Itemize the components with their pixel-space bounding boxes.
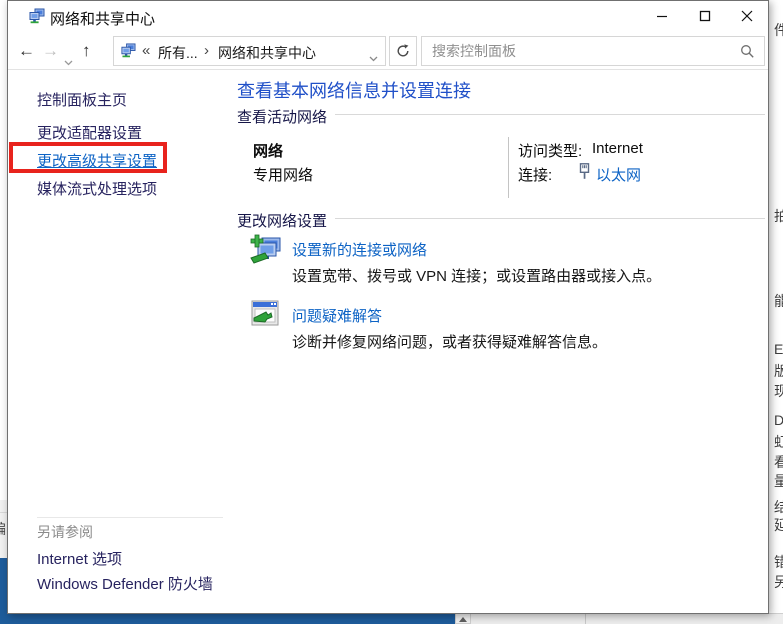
background-blue-band [0, 614, 455, 624]
access-type-label: 访问类型: [518, 140, 582, 161]
forward-button: → [42, 38, 59, 64]
network-sharing-icon [28, 8, 45, 29]
background-text-fragment: 另 [774, 572, 783, 592]
maximize-button[interactable] [685, 1, 725, 31]
background-scrollbar-button [455, 613, 471, 624]
sidebar-item-media-streaming-options[interactable]: 媒体流式处理选项 [37, 178, 157, 199]
background-text-fragment: 错 [774, 552, 783, 572]
breadcrumb-separator: › [204, 42, 209, 59]
up-button[interactable]: ↑ [82, 38, 91, 64]
background-statusbar [471, 613, 783, 624]
network-name: 网络 [253, 140, 283, 161]
search-icon[interactable] [740, 44, 755, 64]
navigation-toolbar: ← → ↑ « 所有... › [8, 32, 768, 70]
screen: 编 件 拍 能 Ed 版 现 D 虹 看 量 结 延 错 另 [0, 0, 783, 624]
troubleshoot-description: 诊断并修复网络问题，或者获得疑难解答信息。 [292, 331, 607, 352]
divider [335, 114, 765, 115]
breadcrumb-overflow[interactable]: « [142, 42, 150, 59]
background-text-fragment: 延 [774, 515, 783, 535]
divider [0, 512, 7, 513]
background-text-fragment: 虹 [774, 432, 783, 452]
minimize-button[interactable] [642, 1, 682, 31]
background-text-fragment: 结 [774, 497, 783, 517]
background-text-fragment: D [774, 412, 783, 428]
background-text-fragment: 现 [774, 381, 783, 401]
background-text-fragment: 看 [774, 452, 783, 472]
address-dropdown-chevron-icon[interactable] [369, 49, 378, 67]
search-box[interactable] [421, 36, 765, 66]
network-type: 专用网络 [253, 164, 313, 185]
page-title: 查看基本网络信息并设置连接 [237, 77, 471, 103]
setup-new-connection-link[interactable]: 设置新的连接或网络 [292, 239, 427, 260]
background-text-fragment: 编 [0, 519, 6, 539]
breadcrumb-current[interactable]: 网络和共享中心 [218, 43, 316, 63]
sidebar-item-control-panel-home[interactable]: 控制面板主页 [37, 89, 127, 110]
section-title-active-networks: 查看活动网络 [237, 106, 327, 127]
divider [37, 517, 223, 518]
divider [508, 137, 509, 198]
ethernet-icon [578, 163, 591, 185]
triangle-up-icon [459, 617, 467, 622]
sidebar-item-windows-defender-firewall[interactable]: Windows Defender 防火墙 [37, 573, 213, 594]
sidebar-item-internet-options[interactable]: Internet 选项 [37, 548, 122, 569]
divider [335, 218, 765, 219]
history-chevron-icon[interactable] [64, 48, 73, 74]
address-bar[interactable]: « 所有... › 网络和共享中心 [113, 36, 386, 66]
annotation-highlight-box [9, 142, 167, 173]
background-window-left-edge: 编 [0, 0, 7, 624]
titlebar[interactable]: 网络和共享中心 [8, 1, 768, 32]
network-sharing-icon [120, 43, 136, 63]
background-text-fragment: 件 [774, 20, 783, 40]
window-title: 网络和共享中心 [50, 8, 155, 29]
close-button[interactable] [728, 1, 766, 31]
sidebar-item-change-adapter-settings[interactable]: 更改适配器设置 [37, 122, 142, 143]
new-connection-icon [249, 232, 283, 271]
background-window-right-edge: 件 拍 能 Ed 版 现 D 虹 看 量 结 延 错 另 [770, 0, 783, 624]
setup-new-connection-description: 设置宽带、拨号或 VPN 连接；或设置路由器或接入点。 [292, 265, 661, 286]
troubleshoot-icon [251, 300, 281, 333]
connection-label: 连接: [518, 164, 552, 185]
background-text-fragment: Ed [774, 341, 783, 357]
divider [585, 614, 586, 624]
network-sharing-center-window: 网络和共享中心 ← → ↑ [7, 0, 769, 614]
breadcrumb-root[interactable]: 所有... [158, 43, 198, 63]
troubleshoot-link[interactable]: 问题疑难解答 [292, 305, 382, 326]
refresh-button[interactable] [389, 36, 417, 66]
see-also-header: 另请参阅 [37, 522, 93, 542]
section-title-change-settings: 更改网络设置 [237, 210, 327, 231]
background-text-fragment: 版 [774, 361, 783, 381]
background-text-fragment: 拍 [774, 206, 783, 226]
access-type-value: Internet [592, 140, 643, 157]
connection-ethernet-link[interactable]: 以太网 [596, 164, 641, 185]
background-text-fragment: 量 [774, 471, 783, 491]
search-input[interactable] [432, 38, 732, 64]
back-button[interactable]: ← [18, 38, 35, 64]
background-text-fragment: 能 [774, 291, 783, 311]
